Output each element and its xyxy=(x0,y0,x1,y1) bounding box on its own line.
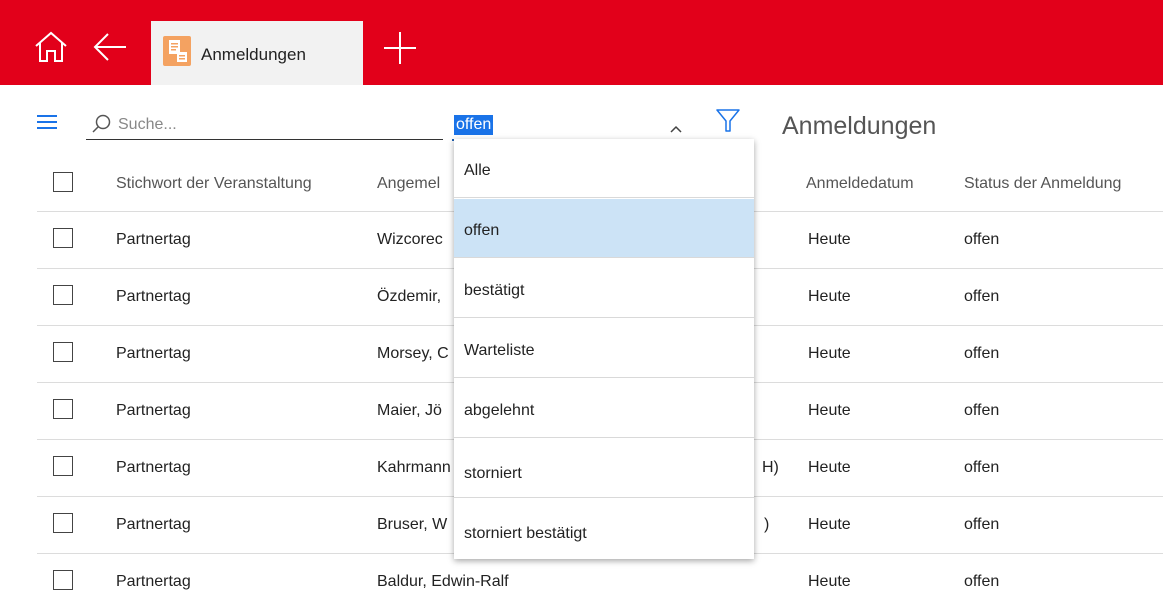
cell-registrant: Morsey, C xyxy=(377,345,449,362)
table-row[interactable]: Partnertag Baldur, Edwin-Ralf Heute offe… xyxy=(0,554,1163,611)
registration-app-icon xyxy=(163,36,191,71)
cell-status: offen xyxy=(964,288,1000,305)
tab-anmeldungen[interactable]: Anmeldungen xyxy=(151,21,363,85)
cell-event: Partnertag xyxy=(116,573,191,590)
search-input[interactable]: Suche... xyxy=(86,111,443,140)
row-checkbox[interactable] xyxy=(53,342,73,362)
chevron-up-icon[interactable] xyxy=(670,120,682,138)
dropdown-option-label: storniert bestätigt xyxy=(464,525,587,542)
page-title: Anmeldungen xyxy=(782,112,937,140)
cell-date: Heute xyxy=(808,231,851,248)
cell-event: Partnertag xyxy=(116,231,191,248)
dropdown-option-label: Warteliste xyxy=(464,342,535,359)
filter-icon[interactable] xyxy=(716,109,740,138)
cell-registrant: Maier, Jö xyxy=(377,402,442,419)
row-checkbox[interactable] xyxy=(53,228,73,248)
row-checkbox[interactable] xyxy=(53,285,73,305)
status-filter-dropdown: Alle offen bestätigt Warteliste abgelehn… xyxy=(454,139,754,559)
dropdown-option-warteliste[interactable]: Warteliste xyxy=(454,319,754,378)
row-checkbox[interactable] xyxy=(53,570,73,590)
search-icon xyxy=(92,114,112,139)
search-placeholder: Suche... xyxy=(118,116,177,133)
dropdown-option-offen[interactable]: offen xyxy=(454,199,754,258)
hamburger-menu-icon[interactable] xyxy=(37,115,57,134)
dropdown-option-label: storniert xyxy=(464,465,522,482)
status-filter-select[interactable]: offen xyxy=(452,111,694,141)
row-checkbox[interactable] xyxy=(53,399,73,419)
cell-registrant: Özdemir, xyxy=(377,288,442,305)
cell-status: offen xyxy=(964,231,1000,248)
cell-status: offen xyxy=(964,345,1000,362)
dropdown-option-label: bestätigt xyxy=(464,282,525,299)
row-checkbox[interactable] xyxy=(53,456,73,476)
tab-label: Anmeldungen xyxy=(201,45,306,64)
dropdown-option-bestaetigt[interactable]: bestätigt xyxy=(454,259,754,318)
cell-registrant: Baldur, Edwin-Ralf xyxy=(377,573,509,590)
cell-event: Partnertag xyxy=(116,516,191,533)
row-checkbox[interactable] xyxy=(53,513,73,533)
top-bar: Anmeldungen xyxy=(0,0,1163,85)
select-all-checkbox[interactable] xyxy=(53,172,73,192)
cell-event: Partnertag xyxy=(116,459,191,476)
cell-event: Partnertag xyxy=(116,288,191,305)
cell-date: Heute xyxy=(808,573,851,590)
cell-status: offen xyxy=(964,516,1000,533)
dropdown-option-abgelehnt[interactable]: abgelehnt xyxy=(454,379,754,438)
home-icon[interactable] xyxy=(33,30,69,69)
status-filter-value: offen xyxy=(454,115,494,135)
column-header-registrant[interactable]: Angemel xyxy=(377,175,440,193)
cell-registrant: Bruser, W xyxy=(377,516,448,533)
plus-icon[interactable] xyxy=(382,30,418,71)
dropdown-option-label: offen xyxy=(464,222,500,239)
column-header-event[interactable]: Stichwort der Veranstaltung xyxy=(116,175,312,193)
dropdown-option-label: abgelehnt xyxy=(464,402,535,419)
cell-registrant-tail: ) xyxy=(764,516,770,533)
dropdown-option-label: Alle xyxy=(464,162,491,179)
arrow-left-icon[interactable] xyxy=(92,32,128,67)
cell-registrant-tail: H) xyxy=(762,459,779,476)
cell-status: offen xyxy=(964,402,1000,419)
cell-date: Heute xyxy=(808,345,851,362)
column-header-status[interactable]: Status der Anmeldung xyxy=(964,175,1121,193)
cell-date: Heute xyxy=(808,459,851,476)
cell-date: Heute xyxy=(808,516,851,533)
cell-status: offen xyxy=(964,459,1000,476)
cell-registrant: Wizcorec xyxy=(377,231,443,248)
cell-registrant: Kahrmann xyxy=(377,459,451,476)
dropdown-option-storniert[interactable]: storniert xyxy=(454,439,754,498)
cell-status: offen xyxy=(964,573,1000,590)
dropdown-option-alle[interactable]: Alle xyxy=(454,139,754,198)
cell-date: Heute xyxy=(808,288,851,305)
cell-event: Partnertag xyxy=(116,345,191,362)
dropdown-option-storniert-bestaetigt[interactable]: storniert bestätigt xyxy=(454,499,754,558)
cell-date: Heute xyxy=(808,402,851,419)
cell-event: Partnertag xyxy=(116,402,191,419)
column-header-date[interactable]: Anmeldedatum xyxy=(806,175,914,193)
